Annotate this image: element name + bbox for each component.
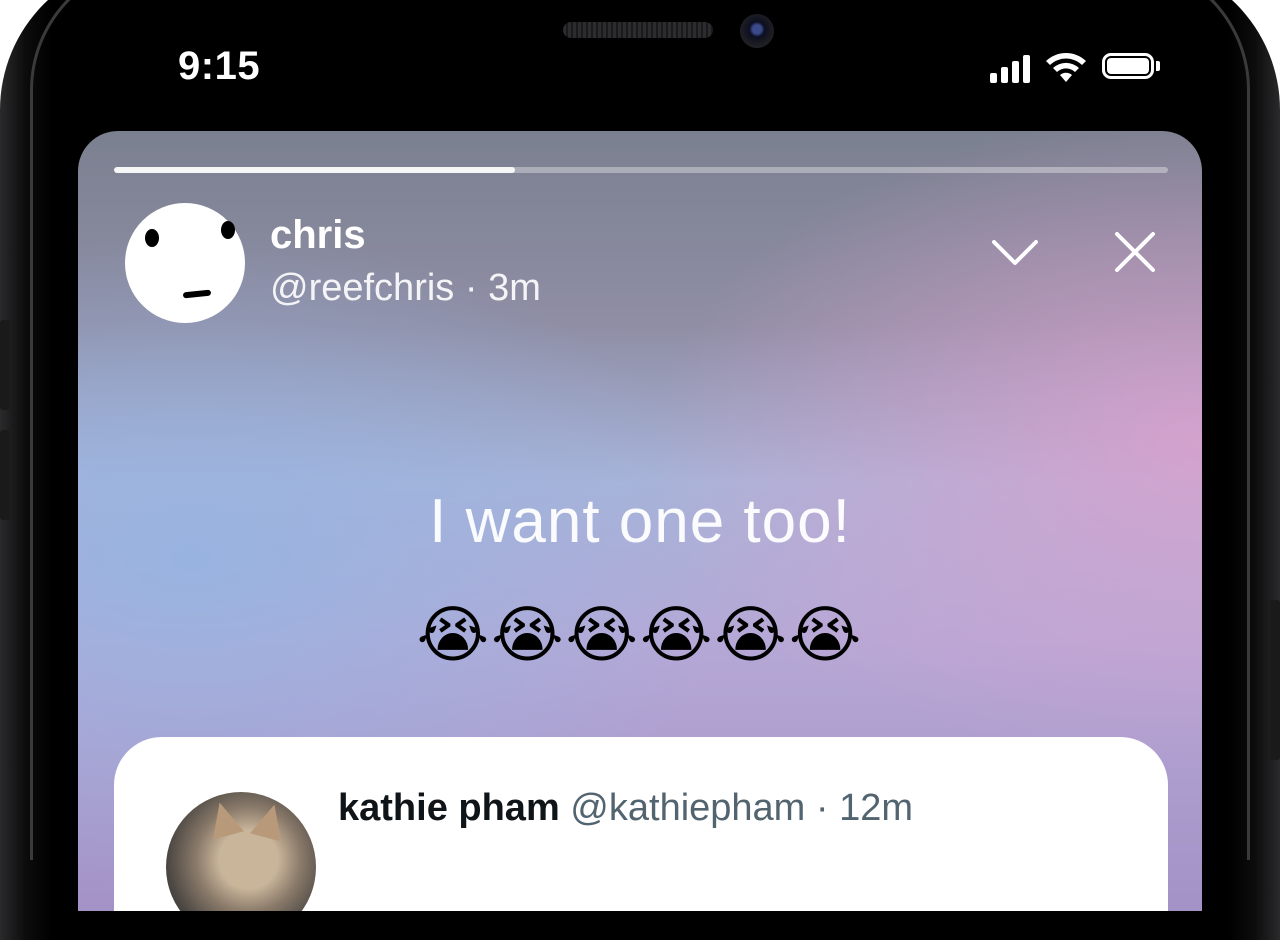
story-text: I want one too! xyxy=(429,487,851,556)
meta-separator: · xyxy=(464,267,478,309)
close-button[interactable] xyxy=(1110,227,1160,277)
quoted-tweet-card[interactable]: kathie pham @kathiepham · 12m xyxy=(114,737,1168,911)
author-handle[interactable]: @reefchris xyxy=(270,267,454,309)
status-icons xyxy=(990,50,1162,86)
author-name[interactable]: chris xyxy=(270,213,366,258)
quoted-meta-separator: · xyxy=(815,787,829,829)
story-viewer[interactable]: chris @reefchris · 3m I want one too! 😭😭… xyxy=(78,131,1202,911)
close-icon xyxy=(1115,232,1155,272)
chevron-down-icon xyxy=(992,240,1038,265)
wifi-icon xyxy=(1046,53,1086,82)
quoted-author-avatar[interactable] xyxy=(166,792,316,911)
volume-up-button xyxy=(0,320,10,410)
story-progress-fill xyxy=(114,167,515,173)
story-progress-bar xyxy=(114,167,1168,173)
quoted-author-handle[interactable]: @kathiepham xyxy=(570,787,805,829)
loudly-crying-emoji-row: 😭😭😭😭😭😭 xyxy=(416,601,864,670)
earpiece-speaker xyxy=(563,22,713,38)
story-age: 3m xyxy=(488,267,541,309)
battery-icon xyxy=(1102,53,1162,83)
author-avatar[interactable] xyxy=(125,203,245,323)
volume-down-button xyxy=(0,430,10,520)
author-meta: @reefchris · 3m xyxy=(270,267,541,310)
quoted-tweet-age: 12m xyxy=(839,787,914,829)
collapse-button[interactable] xyxy=(990,227,1040,277)
status-time: 9:15 xyxy=(178,44,261,88)
power-button xyxy=(1270,600,1280,760)
front-camera xyxy=(740,14,774,48)
cellular-signal-icon xyxy=(990,53,1030,83)
quoted-author-name[interactable]: kathie pham xyxy=(338,787,560,829)
quoted-tweet-header: kathie pham @kathiepham · 12m xyxy=(338,787,913,830)
